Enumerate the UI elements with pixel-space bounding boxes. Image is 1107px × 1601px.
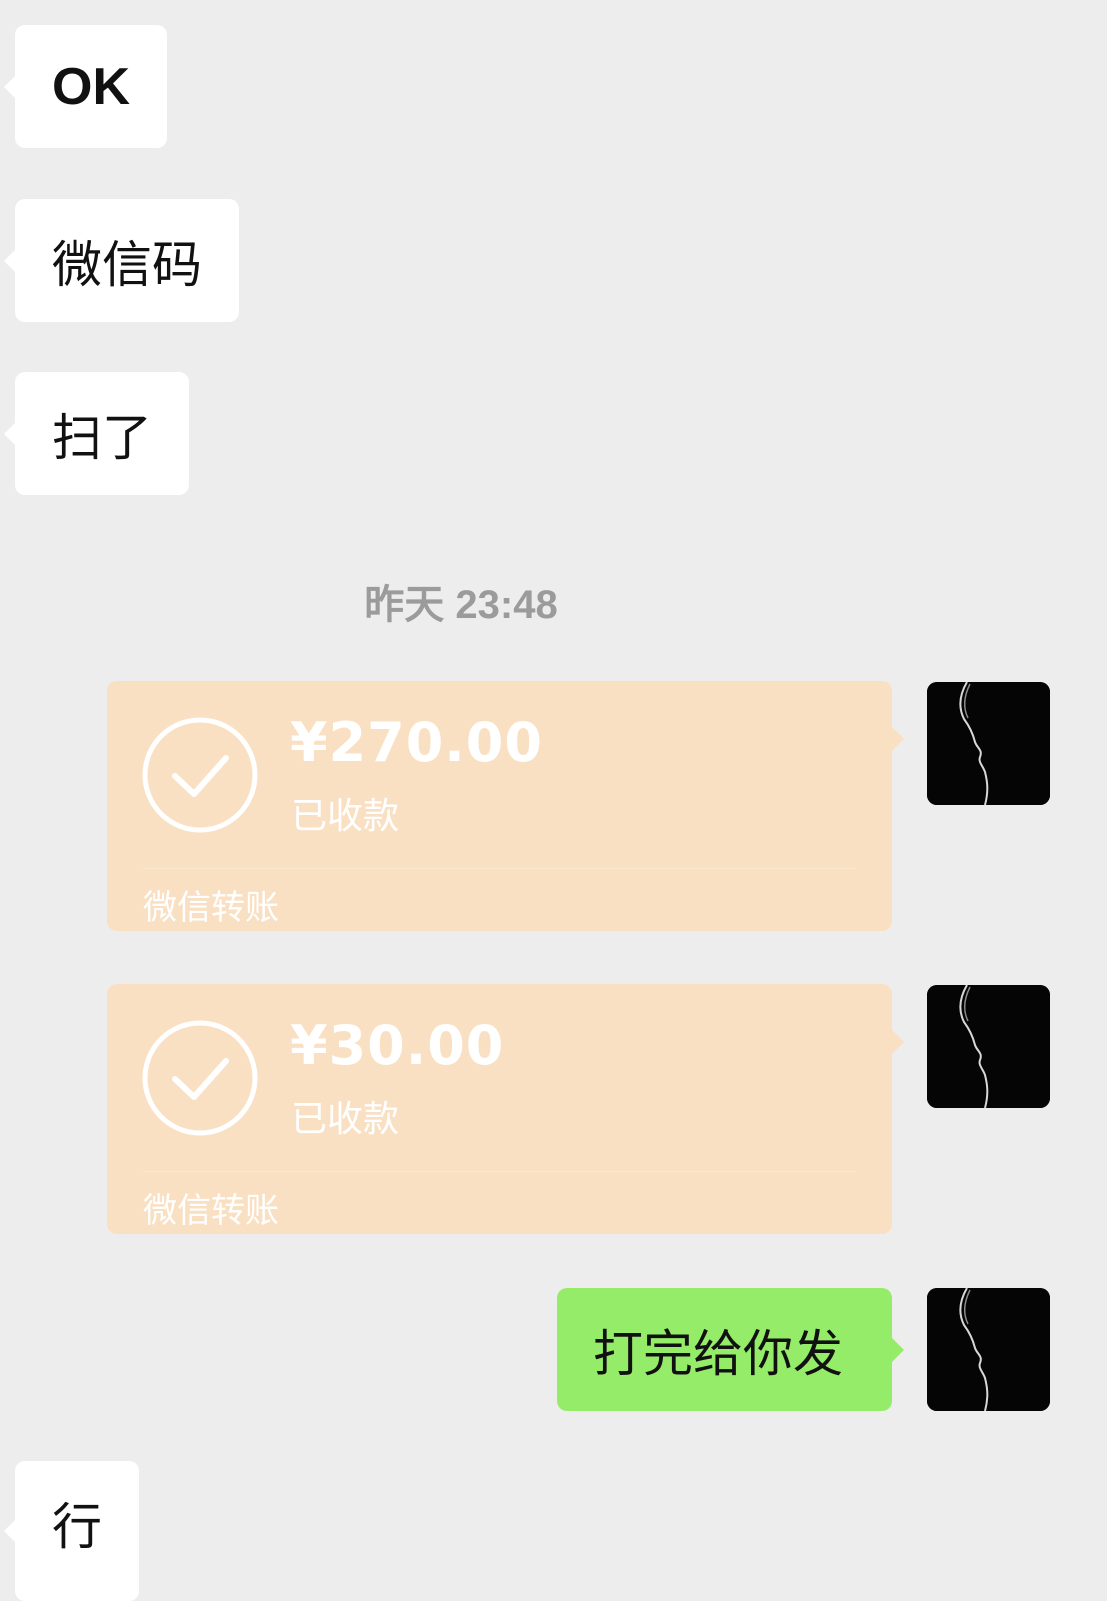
message-text: 扫了: [52, 408, 152, 467]
avatar[interactable]: [927, 682, 1050, 805]
transfer-card[interactable]: ¥270.00 已收款 微信转账: [107, 681, 904, 931]
message-text: 打完给你发: [593, 1324, 843, 1383]
transfer-amount: ¥270.00: [290, 711, 543, 774]
transfer-card[interactable]: ¥30.00 已收款 微信转账: [107, 984, 904, 1234]
transfer-status: 已收款: [291, 796, 400, 837]
transfer-source-label: 微信转账: [143, 888, 279, 928]
silhouette-profile-avatar: [927, 985, 1050, 1108]
silhouette-profile-avatar: [927, 1288, 1050, 1411]
transfer-source-label: 微信转账: [143, 1191, 279, 1231]
transfer-divider: [143, 1171, 856, 1172]
message-text: OK: [52, 57, 130, 116]
silhouette-profile-avatar: [927, 682, 1050, 805]
check-circle-icon: [142, 1020, 258, 1136]
chat-timestamp: 昨天 23:48: [364, 583, 558, 627]
message-bubble-incoming[interactable]: 行: [4, 1461, 139, 1601]
message-bubble-incoming[interactable]: OK: [4, 25, 167, 148]
message-bubble-outgoing[interactable]: 打完给你发: [557, 1288, 904, 1411]
message-bubble-incoming[interactable]: 扫了: [4, 372, 189, 495]
avatar[interactable]: [927, 1288, 1050, 1411]
transfer-status: 已收款: [291, 1099, 400, 1140]
message-bubble-incoming[interactable]: 微信码: [4, 199, 239, 322]
transfer-divider: [143, 868, 856, 869]
transfer-amount: ¥30.00: [290, 1014, 505, 1077]
avatar[interactable]: [927, 985, 1050, 1108]
message-text: 微信码: [52, 235, 202, 294]
message-text: 行: [52, 1497, 102, 1556]
check-circle-icon: [142, 717, 258, 833]
